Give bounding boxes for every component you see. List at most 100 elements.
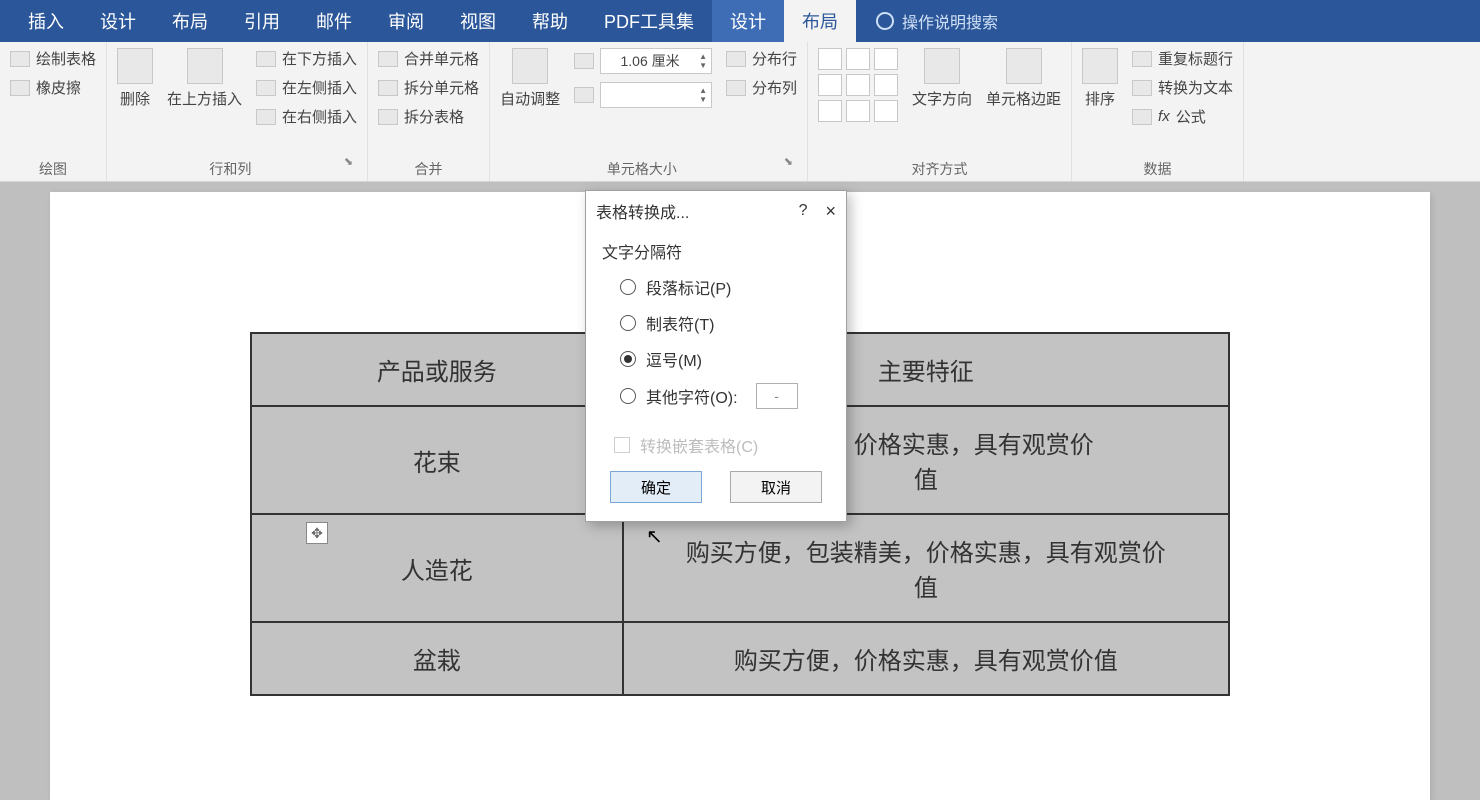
table-move-handle-icon[interactable]: ✥: [306, 522, 328, 544]
group-alignment: 文字方向 单元格边距 对齐方式: [808, 42, 1072, 181]
tab-view[interactable]: 视图: [442, 0, 514, 42]
table-cell[interactable]: 购买方便，价格实惠，具有观赏价值: [623, 622, 1229, 695]
radio-comma[interactable]: 逗号(M): [620, 347, 830, 371]
merge-icon: [378, 51, 398, 67]
col-width-icon: [574, 87, 594, 103]
tab-references[interactable]: 引用: [226, 0, 298, 42]
lightbulb-icon: [876, 12, 894, 30]
sort-icon: [1082, 48, 1118, 84]
radio-paragraph[interactable]: 段落标记(P): [620, 275, 830, 299]
spinner-arrows-icon[interactable]: ▲▼: [699, 86, 707, 104]
convert-to-text-button[interactable]: 转换为文本: [1132, 77, 1233, 98]
dist-cols-icon: [726, 80, 746, 96]
convert-nested-checkbox: 转换嵌套表格(C): [614, 433, 830, 457]
autofit-icon: [512, 48, 548, 84]
spinner-arrows-icon[interactable]: ▲▼: [699, 52, 707, 70]
col-width-spinner[interactable]: ▲▼: [574, 82, 712, 108]
align-br[interactable]: [874, 100, 898, 122]
draw-table-button[interactable]: 绘制表格: [10, 48, 96, 69]
align-tl[interactable]: [818, 48, 842, 70]
ok-button[interactable]: 确定: [610, 471, 702, 503]
row-height-spinner[interactable]: 1.06 厘米▲▼: [574, 48, 712, 74]
checkbox-icon: [614, 437, 630, 453]
insert-left-icon: [256, 80, 276, 96]
split-cells-icon: [378, 80, 398, 96]
group-draw-label: 绘图: [10, 155, 96, 179]
split-table-icon: [378, 109, 398, 125]
tab-mailings[interactable]: 邮件: [298, 0, 370, 42]
group-rows-cols: 删除 在上方插入 在下方插入 在左侧插入 在右侧插入 行和列⬊: [107, 42, 368, 181]
header-cell[interactable]: 产品或服务: [251, 333, 623, 406]
cell-size-launcher[interactable]: ⬊: [784, 155, 797, 179]
tab-table-layout[interactable]: 布局: [784, 0, 856, 42]
tab-pdf-tools[interactable]: PDF工具集: [586, 0, 712, 42]
cell-margins-button[interactable]: 单元格边距: [986, 48, 1061, 109]
align-bl[interactable]: [818, 100, 842, 122]
radio-icon: [620, 315, 636, 331]
insert-below-button[interactable]: 在下方插入: [256, 48, 357, 69]
tell-me-label: 操作说明搜索: [902, 9, 998, 33]
insert-left-button[interactable]: 在左侧插入: [256, 77, 357, 98]
dialog-help-button[interactable]: ?: [799, 202, 808, 220]
radio-other[interactable]: 其他字符(O):: [620, 383, 830, 409]
dialog-titlebar[interactable]: 表格转换成... ? ×: [586, 191, 846, 231]
formula-button[interactable]: fx 公式: [1132, 106, 1233, 127]
group-cell-size-label: 单元格大小: [500, 155, 784, 179]
repeat-header-button[interactable]: 重复标题行: [1132, 48, 1233, 69]
dialog-close-button[interactable]: ×: [825, 201, 836, 222]
tab-insert[interactable]: 插入: [10, 0, 82, 42]
align-ml[interactable]: [818, 74, 842, 96]
convert-text-icon: [1132, 80, 1152, 96]
tab-table-design[interactable]: 设计: [712, 0, 784, 42]
eraser-button[interactable]: 橡皮擦: [10, 77, 96, 98]
ribbon-body: 绘制表格 橡皮擦 绘图 删除 在上方插入 在下方插入 在左侧插入 在右侧插入 行…: [0, 42, 1480, 182]
alignment-grid: [818, 48, 898, 122]
merge-cells-button[interactable]: 合并单元格: [378, 48, 479, 69]
table-cell[interactable]: 花束: [251, 406, 623, 514]
tab-design[interactable]: 设计: [82, 0, 154, 42]
align-bc[interactable]: [846, 100, 870, 122]
align-tc[interactable]: [846, 48, 870, 70]
radio-icon: [620, 279, 636, 295]
autofit-button[interactable]: 自动调整: [500, 48, 560, 109]
delete-icon: [117, 48, 153, 84]
pencil-icon: [10, 51, 30, 67]
table-cell[interactable]: 购买方便，包装精美，价格实惠，具有观赏价值: [623, 514, 1229, 622]
group-merge-label: 合并: [378, 155, 479, 179]
table-cell[interactable]: 盆栽: [251, 622, 623, 695]
rows-cols-launcher[interactable]: ⬊: [344, 155, 357, 179]
tab-review[interactable]: 审阅: [370, 0, 442, 42]
dist-rows-icon: [726, 51, 746, 67]
radio-tab[interactable]: 制表符(T): [620, 311, 830, 335]
insert-above-button[interactable]: 在上方插入: [167, 48, 242, 109]
group-rows-cols-label: 行和列: [117, 155, 344, 179]
distribute-cols-button[interactable]: 分布列: [726, 77, 797, 98]
dialog-title: 表格转换成...: [596, 199, 781, 223]
tab-help[interactable]: 帮助: [514, 0, 586, 42]
other-char-input[interactable]: [756, 383, 798, 409]
group-data: 排序 重复标题行 转换为文本 fx 公式 数据: [1072, 42, 1244, 181]
align-tr[interactable]: [874, 48, 898, 70]
tell-me-search[interactable]: 操作说明搜索: [876, 9, 998, 33]
tab-layout[interactable]: 布局: [154, 0, 226, 42]
split-cells-button[interactable]: 拆分单元格: [378, 77, 479, 98]
convert-table-dialog: 表格转换成... ? × 文字分隔符 段落标记(P) 制表符(T) 逗号(M) …: [585, 190, 847, 522]
radio-checked-icon: [620, 351, 636, 367]
align-mc[interactable]: [846, 74, 870, 96]
cell-margins-icon: [1006, 48, 1042, 84]
row-height-icon: [574, 53, 594, 69]
table-row: 盆栽 购买方便，价格实惠，具有观赏价值: [251, 622, 1229, 695]
insert-right-button[interactable]: 在右侧插入: [256, 106, 357, 127]
distribute-rows-button[interactable]: 分布行: [726, 48, 797, 69]
delete-button[interactable]: 删除: [117, 48, 153, 109]
cancel-button[interactable]: 取消: [730, 471, 822, 503]
sort-button[interactable]: 排序: [1082, 48, 1118, 109]
align-mr[interactable]: [874, 74, 898, 96]
group-alignment-label: 对齐方式: [818, 155, 1061, 179]
split-table-button[interactable]: 拆分表格: [378, 106, 479, 127]
insert-above-icon: [187, 48, 223, 84]
insert-below-icon: [256, 51, 276, 67]
table-row: 人造花 购买方便，包装精美，价格实惠，具有观赏价值: [251, 514, 1229, 622]
text-direction-button[interactable]: 文字方向: [912, 48, 972, 109]
group-cell-size: 自动调整 1.06 厘米▲▼ ▲▼ 分布行 分布列 单元格大小⬊: [490, 42, 808, 181]
